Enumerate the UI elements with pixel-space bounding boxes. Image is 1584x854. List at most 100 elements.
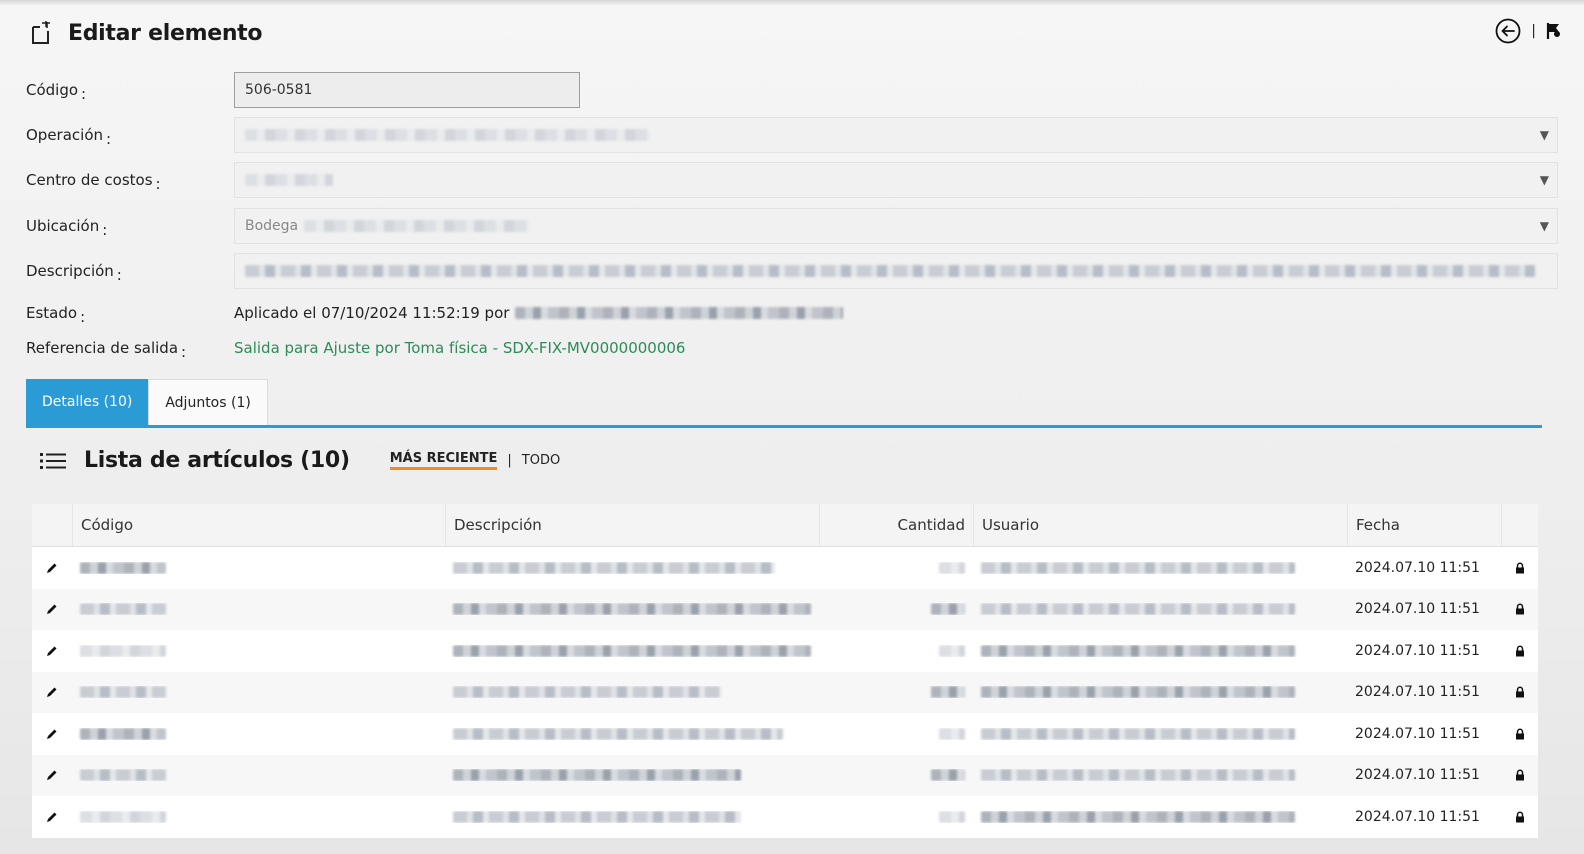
redacted-codigo xyxy=(80,810,166,823)
page-title: Editar elemento xyxy=(68,20,263,46)
redacted-descripcion xyxy=(453,810,741,823)
row-fecha: 2024.07.10 11:51 xyxy=(1355,559,1480,576)
filter-separator: | xyxy=(507,453,512,468)
dropdown-arrow-icon: ▼ xyxy=(1539,173,1549,187)
referencia-link[interactable]: Salida para Ajuste por Toma física - SDX… xyxy=(234,339,685,357)
row-estado: Estado: Aplicado el 07/10/2024 11:52:19 … xyxy=(26,298,1558,328)
row-fecha: 2024.07.10 11:51 xyxy=(1355,642,1480,659)
codigo-field[interactable]: 506-0581 xyxy=(234,72,580,108)
edit-document-icon xyxy=(32,21,50,44)
pencil-icon[interactable] xyxy=(46,562,58,574)
redacted-codigo xyxy=(80,603,166,616)
row-centro-costos: Centro de costos: ▼ xyxy=(26,162,1558,198)
redacted-cantidad xyxy=(931,603,965,616)
ubicacion-prefix: Bodega xyxy=(245,218,299,234)
redacted-cantidad xyxy=(931,686,965,699)
row-descripcion: Descripción: xyxy=(26,253,1558,289)
label-colon: : xyxy=(116,266,122,284)
header-codigo[interactable]: Código xyxy=(72,504,445,546)
redacted-usuario xyxy=(981,686,1295,699)
table-row: 2024.07.10 11:51 xyxy=(32,671,1538,713)
flag-icon[interactable] xyxy=(1546,22,1562,40)
header-cantidad[interactable]: Cantidad xyxy=(819,504,973,546)
centro-costos-select[interactable]: ▼ xyxy=(234,162,1558,198)
redacted-usuario xyxy=(981,727,1295,740)
redacted-usuario xyxy=(981,769,1295,782)
label-ubicacion: Ubicación xyxy=(26,217,100,235)
redacted-cantidad xyxy=(939,644,965,657)
pencil-icon[interactable] xyxy=(46,769,58,781)
row-fecha: 2024.07.10 11:51 xyxy=(1355,601,1480,618)
filter-recent[interactable]: MÁS RECIENTE xyxy=(389,451,498,470)
pencil-icon[interactable] xyxy=(46,811,58,823)
header-actions-col xyxy=(32,504,72,546)
redacted-codigo xyxy=(80,727,166,740)
pencil-icon[interactable] xyxy=(46,603,58,615)
row-fecha: 2024.07.10 11:51 xyxy=(1355,684,1480,701)
row-codigo: Código: 506-0581 xyxy=(26,72,1558,108)
label-estado: Estado xyxy=(26,304,78,322)
header-lock-col xyxy=(1501,504,1538,546)
label-operacion: Operación xyxy=(26,126,104,144)
page-header: Editar elemento xyxy=(30,18,263,48)
pencil-icon[interactable] xyxy=(46,728,58,740)
tab-adjuntos[interactable]: Adjuntos (1) xyxy=(148,379,268,425)
table-row: 2024.07.10 11:51 xyxy=(32,630,1538,672)
redacted-usuario xyxy=(981,561,1295,574)
header-descripcion[interactable]: Descripción xyxy=(445,504,819,546)
row-fecha: 2024.07.10 11:51 xyxy=(1355,767,1480,784)
redacted-user xyxy=(515,307,844,319)
label-codigo: Código xyxy=(26,81,79,99)
redacted-usuario xyxy=(981,810,1295,823)
redacted-value xyxy=(245,129,650,141)
label-colon: : xyxy=(155,175,161,193)
header-separator: | xyxy=(1531,23,1536,39)
redacted-descripcion xyxy=(453,561,775,574)
redacted-cantidad xyxy=(939,561,965,574)
pencil-icon[interactable] xyxy=(46,686,58,698)
header-usuario[interactable]: Usuario xyxy=(973,504,1347,546)
ubicacion-select[interactable]: Bodega ▼ xyxy=(234,208,1558,244)
table-row: 2024.07.10 11:51 xyxy=(32,754,1538,796)
dropdown-arrow-icon: ▼ xyxy=(1539,128,1549,142)
table-row: 2024.07.10 11:51 xyxy=(32,588,1538,630)
redacted-descripcion xyxy=(453,603,811,616)
redacted-value xyxy=(304,220,531,232)
lock-icon xyxy=(1515,603,1524,615)
redacted-cantidad xyxy=(931,769,965,782)
lock-icon xyxy=(1515,728,1524,740)
redacted-codigo xyxy=(80,644,166,657)
label-descripcion: Descripción xyxy=(26,262,114,280)
back-arrow-circle-icon[interactable] xyxy=(1495,18,1521,44)
list-header: Lista de artículos (10) MÁS RECIENTE | T… xyxy=(40,448,560,473)
list-icon xyxy=(40,452,66,469)
label-colon: : xyxy=(80,308,86,326)
row-fecha: 2024.07.10 11:51 xyxy=(1355,725,1480,742)
redacted-descripcion xyxy=(453,727,783,740)
filter-all[interactable]: TODO xyxy=(522,453,560,468)
header-fecha[interactable]: Fecha xyxy=(1347,504,1501,546)
lock-icon xyxy=(1515,645,1524,657)
tab-detalles[interactable]: Detalles (10) xyxy=(26,379,149,425)
tab-bar: Detalles (10) Adjuntos (1) xyxy=(26,379,1542,428)
label-colon: : xyxy=(102,221,108,239)
label-centro-costos: Centro de costos xyxy=(26,171,153,189)
table-row: 2024.07.10 11:51 xyxy=(32,796,1538,838)
lock-icon xyxy=(1515,686,1524,698)
header-actions: | xyxy=(1495,18,1562,44)
lock-icon xyxy=(1515,811,1524,823)
estado-text: Aplicado el 07/10/2024 11:52:19 por xyxy=(234,304,510,322)
pencil-icon[interactable] xyxy=(46,645,58,657)
redacted-codigo xyxy=(80,686,166,699)
lock-icon xyxy=(1515,562,1524,574)
redacted-cantidad xyxy=(939,810,965,823)
row-operacion: Operación: ▼ xyxy=(26,117,1558,153)
label-colon: : xyxy=(106,130,112,148)
descripcion-field[interactable] xyxy=(234,253,1558,289)
top-shadow xyxy=(0,0,1584,6)
redacted-codigo xyxy=(80,769,166,782)
redacted-codigo xyxy=(80,561,166,574)
redacted-descripcion xyxy=(453,686,721,699)
operacion-select[interactable]: ▼ xyxy=(234,117,1558,153)
articles-table: Código Descripción Cantidad Usuario Fech… xyxy=(32,504,1538,838)
